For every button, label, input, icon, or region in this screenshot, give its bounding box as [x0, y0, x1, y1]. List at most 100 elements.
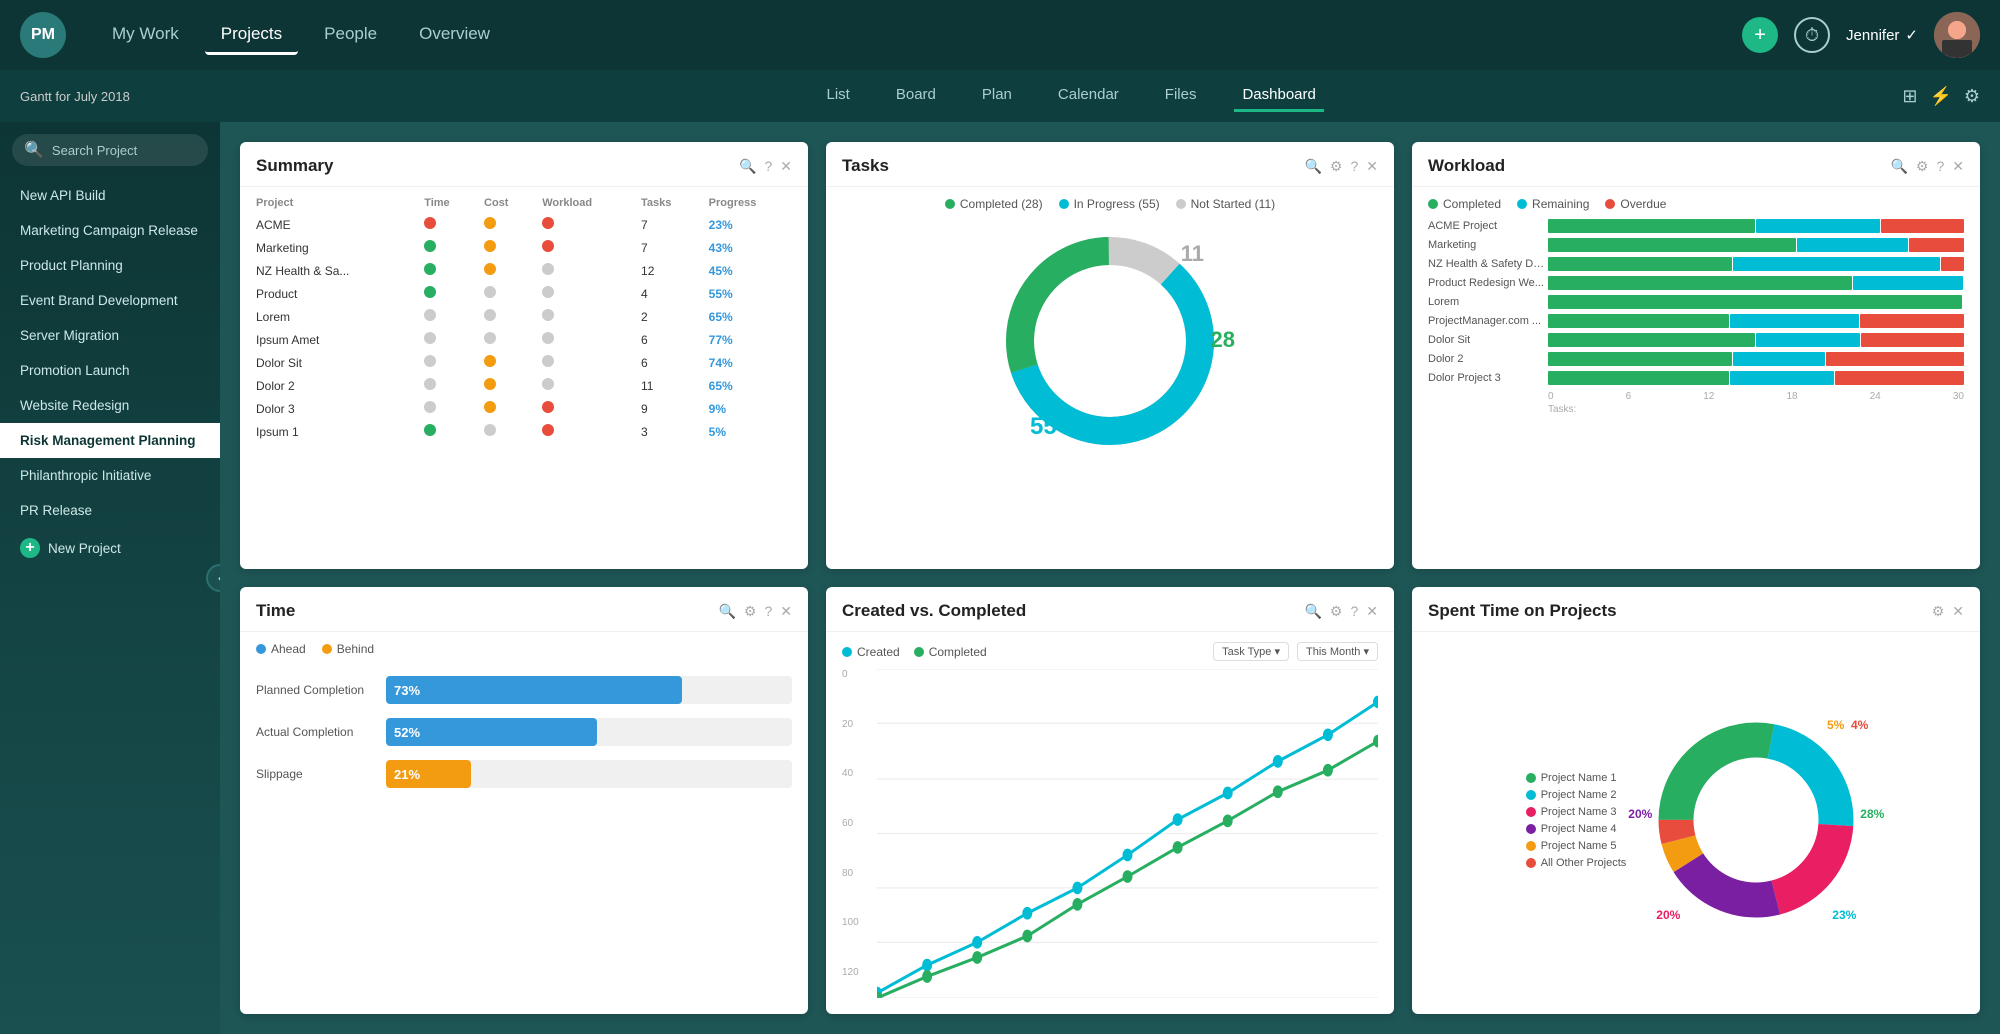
sidebar-item-marketing-campaign[interactable]: Marketing Campaign Release — [0, 213, 220, 248]
nav-item-people[interactable]: People — [308, 16, 393, 55]
workload-bar-row: Dolor Sit — [1428, 333, 1964, 347]
cvc-close-icon[interactable]: ✕ — [1366, 603, 1378, 620]
clock-button[interactable]: ⏱ — [1794, 17, 1830, 53]
sidebar-item-philanthropic[interactable]: Philanthropic Initiative — [0, 458, 220, 493]
spent-p1-label: Project Name 1 — [1541, 772, 1617, 784]
workload-bar-row: ProjectManager.com ... — [1428, 314, 1964, 328]
spent-time-settings-icon[interactable]: ⚙ — [1932, 603, 1945, 620]
top-nav: PM My Work Projects People Overview + ⏱ … — [0, 0, 2000, 70]
this-month-filter[interactable]: This Month ▾ — [1297, 642, 1378, 661]
sidebar-item-risk-management[interactable]: Risk Management Planning — [0, 423, 220, 458]
workload-bar-row: NZ Health & Safety De... — [1428, 257, 1964, 271]
summary-close-icon[interactable]: ✕ — [780, 158, 792, 175]
workload-help-icon[interactable]: ? — [1936, 158, 1944, 175]
cvc-settings-icon[interactable]: ⚙ — [1330, 603, 1343, 620]
pct-p5: 5% — [1827, 718, 1844, 732]
tasks-widget: Tasks 🔍 ⚙ ? ✕ Completed (28) In Progress… — [826, 142, 1394, 569]
spent-time-header: Spent Time on Projects ⚙ ✕ — [1412, 587, 1980, 632]
time-actual-pct: 52% — [394, 725, 420, 740]
workload-header: Workload 🔍 ⚙ ? ✕ — [1412, 142, 1980, 187]
cvc-created-label: Created — [857, 645, 900, 659]
new-project-icon: + — [20, 538, 40, 558]
workload-title: Workload — [1428, 156, 1890, 176]
search-icon: 🔍 — [24, 140, 44, 160]
time-actual-row: Actual Completion 52% — [256, 718, 792, 746]
time-settings-icon[interactable]: ⚙ — [744, 603, 757, 620]
tab-dashboard[interactable]: Dashboard — [1234, 80, 1323, 112]
tasks-inprogress-count: 55 — [1030, 413, 1057, 441]
settings-icon[interactable]: ⚙ — [1964, 86, 1980, 107]
pct-p4: 20% — [1628, 807, 1652, 821]
pm-logo: PM — [20, 12, 66, 58]
time-ahead-label: Ahead — [271, 642, 306, 656]
table-row: Product 4 55% — [250, 282, 798, 305]
avatar[interactable] — [1934, 12, 1980, 58]
sidebar-item-event-brand[interactable]: Event Brand Development — [0, 283, 220, 318]
sidebar-item-server-migration[interactable]: Server Migration — [0, 318, 220, 353]
workload-settings-icon[interactable]: ⚙ — [1916, 158, 1929, 175]
time-widget: Time 🔍 ⚙ ? ✕ Ahead Behind Planned Comple… — [240, 587, 808, 1014]
workload-search-icon[interactable]: 🔍 — [1890, 158, 1907, 175]
user-menu[interactable]: Jennifer ✓ — [1846, 26, 1918, 44]
tasks-close-icon[interactable]: ✕ — [1366, 158, 1378, 175]
col-time: Time — [418, 193, 478, 213]
time-search-icon[interactable]: 🔍 — [718, 603, 735, 620]
tab-board[interactable]: Board — [888, 80, 944, 112]
table-row: Ipsum 1 3 5% — [250, 420, 798, 443]
sidebar-item-pr-release[interactable]: PR Release — [0, 493, 220, 528]
pct-other: 4% — [1851, 718, 1868, 732]
tab-calendar[interactable]: Calendar — [1050, 80, 1127, 112]
sidebar-item-promotion-launch[interactable]: Promotion Launch — [0, 353, 220, 388]
tab-plan[interactable]: Plan — [974, 80, 1020, 112]
cvc-search-icon[interactable]: 🔍 — [1304, 603, 1321, 620]
sidebar-toggle[interactable]: ‹ — [206, 564, 220, 592]
workload-bar-row: Lorem — [1428, 295, 1964, 309]
time-close-icon[interactable]: ✕ — [780, 603, 792, 620]
tasks-search-icon[interactable]: 🔍 — [1304, 158, 1321, 175]
add-button[interactable]: + — [1742, 17, 1778, 53]
nav-right: + ⏱ Jennifer ✓ — [1742, 12, 1980, 58]
workload-bar-row: Product Redesign We... — [1428, 276, 1964, 290]
tasks-legend: Completed (28) In Progress (55) Not Star… — [945, 197, 1275, 211]
summary-header: Summary 🔍 ? ✕ — [240, 142, 808, 187]
task-type-filter[interactable]: Task Type ▾ — [1213, 642, 1289, 661]
time-help-icon[interactable]: ? — [764, 603, 772, 620]
col-progress: Progress — [703, 193, 798, 213]
workload-bar-row: Marketing — [1428, 238, 1964, 252]
cvc-completed-label: Completed — [929, 645, 987, 659]
nav-item-projects[interactable]: Projects — [205, 16, 298, 55]
grid-icon[interactable]: ⊞ — [1902, 86, 1917, 107]
pct-p3: 20% — [1656, 908, 1680, 922]
table-row: Lorem 2 65% — [250, 305, 798, 328]
workload-remaining-label: Remaining — [1532, 197, 1589, 211]
time-slippage-pct: 21% — [394, 767, 420, 782]
workload-close-icon[interactable]: ✕ — [1952, 158, 1964, 175]
nav-item-mywork[interactable]: My Work — [96, 16, 195, 55]
sidebar-item-website-redesign[interactable]: Website Redesign — [0, 388, 220, 423]
time-planned-row: Planned Completion 73% — [256, 676, 792, 704]
search-input[interactable] — [52, 143, 196, 158]
tab-list[interactable]: List — [819, 80, 858, 112]
spent-time-close-icon[interactable]: ✕ — [1952, 603, 1964, 620]
table-row: Dolor 2 11 65% — [250, 374, 798, 397]
summary-search-icon[interactable]: 🔍 — [739, 158, 756, 175]
spent-time-title: Spent Time on Projects — [1428, 601, 1932, 621]
summary-table: Project Time Cost Workload Tasks Progres… — [250, 193, 798, 443]
tasks-settings-icon[interactable]: ⚙ — [1330, 158, 1343, 175]
search-box[interactable]: 🔍 — [12, 134, 208, 166]
workload-bar-row: ACME Project — [1428, 219, 1964, 233]
table-row: ACME 7 23% — [250, 213, 798, 236]
sidebar-item-product-planning[interactable]: Product Planning — [0, 248, 220, 283]
time-slippage-row: Slippage 21% — [256, 760, 792, 788]
summary-help-icon[interactable]: ? — [764, 158, 772, 175]
new-project-button[interactable]: + New Project — [0, 528, 220, 568]
main-nav: My Work Projects People Overview — [96, 16, 1712, 55]
tab-files[interactable]: Files — [1157, 80, 1205, 112]
sidebar-item-new-api-build[interactable]: New API Build — [0, 178, 220, 213]
nav-item-overview[interactable]: Overview — [403, 16, 506, 55]
tasks-help-icon[interactable]: ? — [1350, 158, 1358, 175]
cvc-help-icon[interactable]: ? — [1350, 603, 1358, 620]
filter-icon[interactable]: ⚡ — [1929, 86, 1951, 107]
cvc-chart — [877, 669, 1378, 998]
workload-widget: Workload 🔍 ⚙ ? ✕ Completed Remaining Ove… — [1412, 142, 1980, 569]
